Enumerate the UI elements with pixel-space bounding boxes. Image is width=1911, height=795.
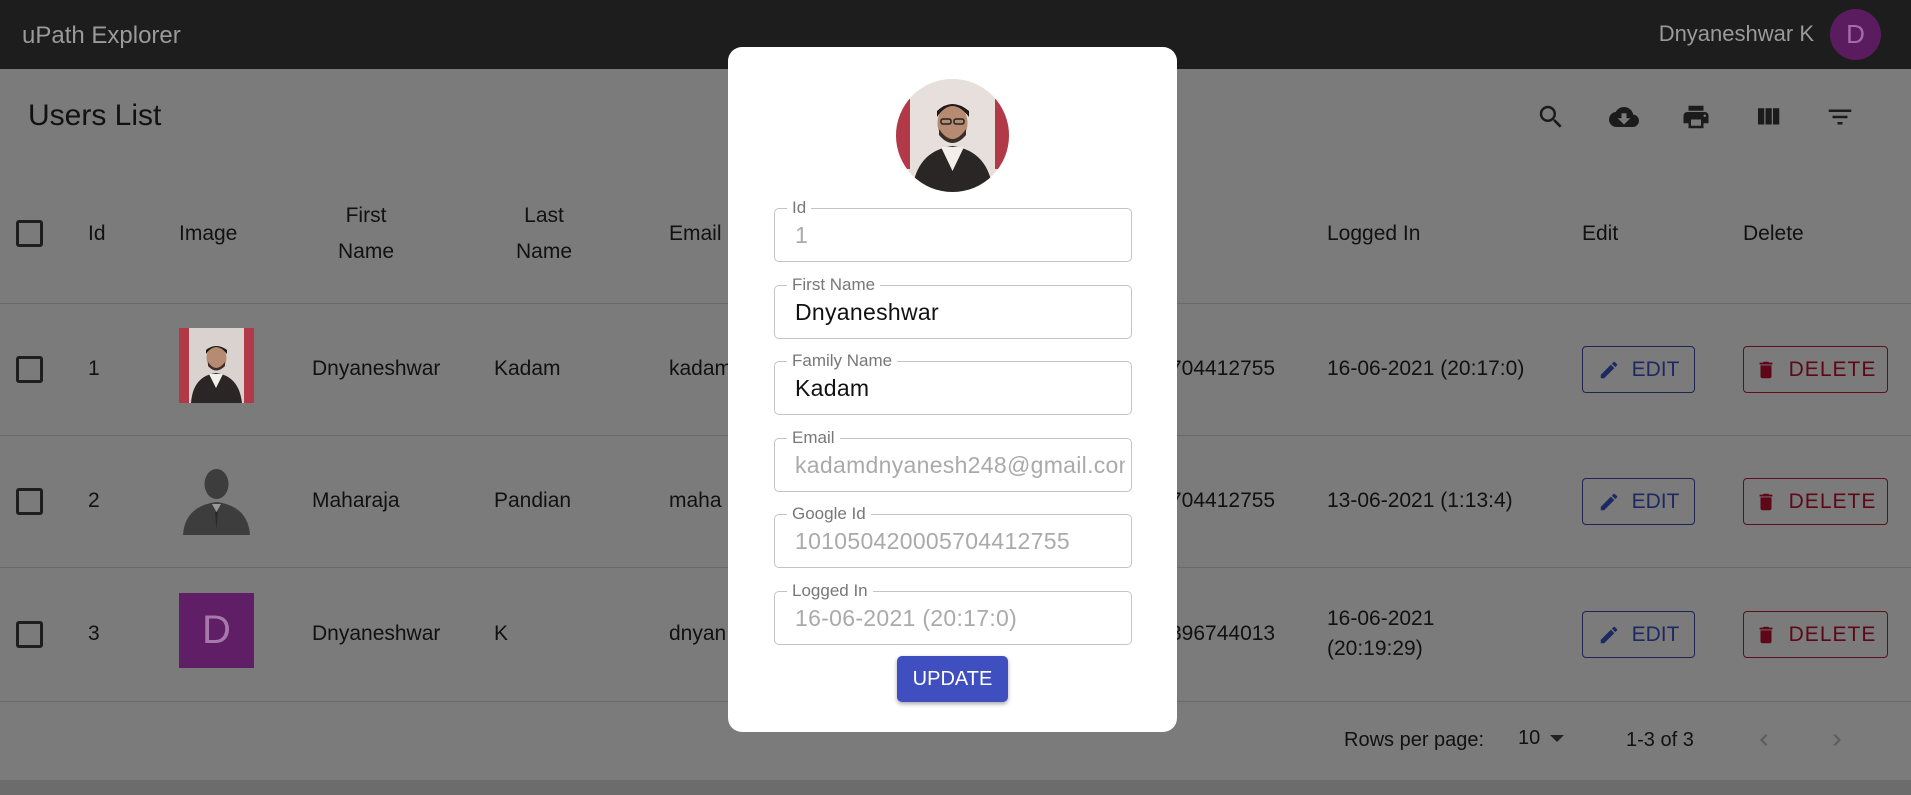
header-first-name[interactable]: First Name: [312, 198, 420, 270]
print-icon[interactable]: [1678, 99, 1714, 135]
row-checkbox[interactable]: [16, 621, 43, 648]
header-id[interactable]: Id: [88, 216, 106, 252]
cell-first-name: Dnyaneshwar: [312, 357, 441, 380]
user-avatar[interactable]: D: [1830, 9, 1881, 60]
rows-per-page-value: 10: [1518, 727, 1541, 749]
family-name-field-value: Kadam: [795, 375, 870, 401]
cell-logged-in: 13-06-2021 (1:13:4): [1327, 489, 1513, 512]
row-checkbox[interactable]: [16, 356, 43, 383]
trash-icon: [1759, 361, 1773, 378]
logged-in-field-label: Logged In: [787, 581, 873, 601]
rows-per-page-label: Rows per page:: [1344, 729, 1485, 751]
user-letter-avatar: D: [179, 593, 254, 668]
email-field-value: kadamdnyanesh248@gmail.com: [795, 452, 1125, 478]
edit-icon: [1600, 626, 1617, 643]
google-id-field-label: Google Id: [787, 504, 871, 524]
header-delete: Delete: [1743, 222, 1804, 245]
header-image: Image: [179, 222, 238, 245]
previous-page-icon[interactable]: [1749, 720, 1779, 760]
header-edit: Edit: [1582, 222, 1619, 245]
header-last-name-line1: Last: [524, 204, 564, 227]
cell-first-name: Dnyaneshwar: [312, 622, 441, 645]
edit-button-label: EDIT: [1631, 622, 1680, 646]
user-silhouette: [179, 460, 254, 535]
cell-email: maha: [669, 489, 722, 512]
row-checkbox[interactable]: [16, 488, 43, 515]
trash-icon: [1759, 493, 1773, 510]
cell-id: 2: [88, 489, 100, 512]
update-button[interactable]: UPDATE: [897, 656, 1008, 702]
cell-email: kadam: [669, 357, 733, 380]
first-name-field-label: First Name: [787, 275, 881, 295]
trash-icon: [1759, 626, 1773, 643]
logged-in-field[interactable]: Logged In 16-06-2021 (20:17:0): [774, 581, 1132, 645]
delete-button[interactable]: DELETE: [1743, 346, 1888, 393]
delete-button-label: DELETE: [1788, 357, 1877, 381]
filter-list-icon[interactable]: [1822, 99, 1858, 135]
user-name: Dnyaneshwar K: [1658, 21, 1814, 46]
pagination-range: 1-3 of 3: [1626, 729, 1694, 751]
view-column-icon[interactable]: [1750, 99, 1786, 135]
delete-button-label: DELETE: [1788, 622, 1877, 646]
cloud-download-icon[interactable]: [1606, 99, 1642, 135]
cell-first-name: Maharaja: [312, 489, 400, 512]
family-name-field[interactable]: Family Name Kadam: [774, 351, 1132, 415]
cell-google-id: 396744013: [1170, 622, 1276, 645]
edit-user-dialog: Id 1 First Name Dnyaneshwar Family Name …: [728, 47, 1177, 732]
cell-email: dnyan: [669, 622, 727, 645]
page-bottom-edge: [0, 780, 1911, 795]
cell-google-id: 704412755: [1170, 489, 1276, 512]
cell-id: 1: [88, 357, 100, 380]
search-icon[interactable]: [1533, 99, 1569, 135]
app-title: uPath Explorer: [22, 22, 181, 49]
email-field[interactable]: Email kadamdnyanesh248@gmail.com: [774, 428, 1132, 492]
header-last-name[interactable]: Last Name: [494, 198, 594, 270]
header-logged-in[interactable]: Logged In: [1327, 216, 1420, 252]
cell-last-name: Pandian: [494, 489, 572, 512]
delete-button[interactable]: DELETE: [1743, 478, 1888, 525]
header-first-name-line2: Name: [337, 240, 395, 263]
next-page-icon[interactable]: [1822, 720, 1852, 760]
cell-last-name: Kadam: [494, 357, 561, 380]
header-last-name-line2: Name: [515, 240, 573, 263]
cell-google-id: 704412755: [1170, 357, 1276, 380]
google-id-field-value: 101050420005704412755: [795, 528, 1070, 554]
cell-logged-in: 16-06-2021 (20:19:29): [1327, 604, 1434, 664]
user-photo-avatar: [896, 79, 1009, 192]
page-title: Users List: [28, 99, 162, 132]
chevron-down-icon: [1550, 735, 1565, 742]
edit-button[interactable]: EDIT: [1582, 478, 1695, 525]
delete-button[interactable]: DELETE: [1743, 611, 1888, 658]
rows-per-page-select[interactable]: 10: [1518, 727, 1565, 750]
family-name-field-label: Family Name: [787, 351, 898, 371]
cell-last-name: K: [494, 622, 509, 645]
edit-icon: [1600, 493, 1617, 510]
logged-in-field-value: 16-06-2021 (20:17:0): [795, 605, 1018, 631]
email-field-label: Email: [787, 428, 840, 448]
cell-logged-in: 16-06-2021 (20:17:0): [1327, 357, 1525, 380]
edit-button[interactable]: EDIT: [1582, 611, 1695, 658]
cell-logged-in-line1: 16-06-2021: [1327, 607, 1435, 630]
id-field[interactable]: Id 1: [774, 198, 1132, 262]
id-field-label: Id: [787, 198, 812, 218]
edit-button[interactable]: EDIT: [1582, 346, 1695, 393]
user-photo: [179, 328, 254, 403]
cell-id: 3: [88, 622, 100, 645]
cell-logged-in-line2: (20:19:29): [1327, 637, 1423, 660]
first-name-field-value: Dnyaneshwar: [795, 299, 939, 325]
edit-button-label: EDIT: [1631, 357, 1680, 381]
edit-button-label: EDIT: [1631, 489, 1680, 513]
id-field-value: 1: [795, 222, 809, 248]
first-name-field[interactable]: First Name Dnyaneshwar: [774, 275, 1132, 339]
delete-button-label: DELETE: [1788, 489, 1877, 513]
header-first-name-line1: First: [345, 204, 387, 227]
edit-icon: [1600, 361, 1617, 378]
header-email[interactable]: Email: [669, 216, 722, 252]
google-id-field[interactable]: Google Id 101050420005704412755: [774, 504, 1132, 568]
select-all-checkbox[interactable]: [16, 220, 43, 247]
